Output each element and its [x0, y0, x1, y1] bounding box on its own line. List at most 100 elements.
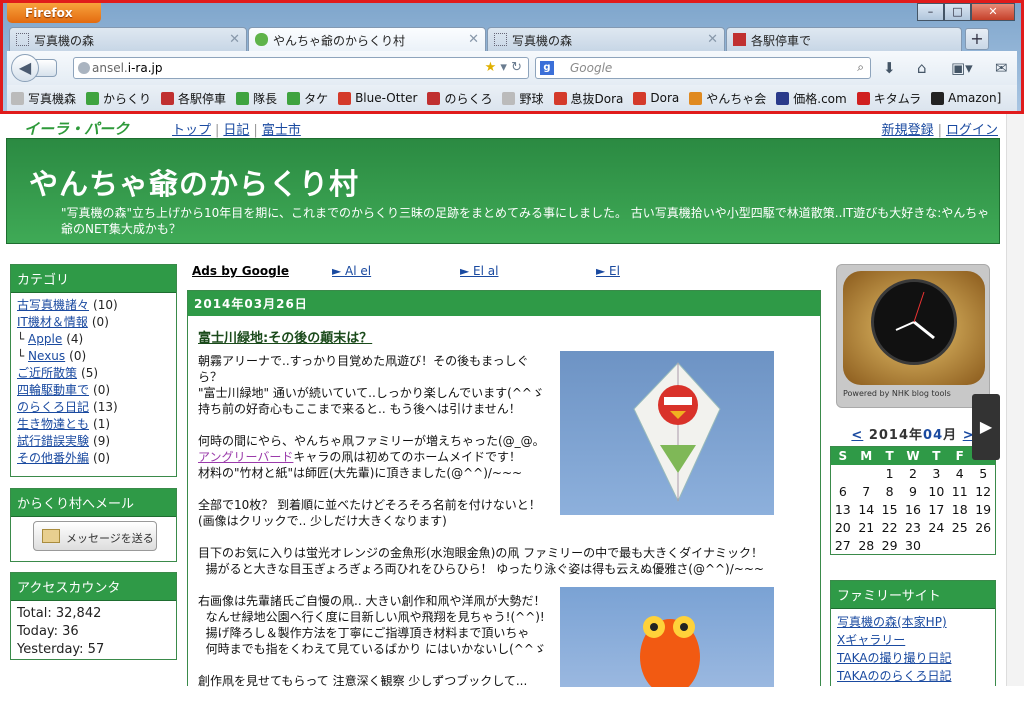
calendar-day[interactable]: 10 [925, 483, 948, 501]
calendar-day[interactable]: 6 [831, 483, 855, 501]
blog-title[interactable]: やんちゃ爺のからくり村 [29, 161, 359, 203]
dropdown-icon[interactable]: ▾ [500, 60, 507, 75]
calendar-day[interactable]: 5 [971, 465, 995, 483]
calendar-day[interactable]: 29 [878, 537, 901, 555]
calendar-day[interactable]: 16 [901, 501, 924, 519]
calendar-day[interactable]: 17 [925, 501, 948, 519]
search-icon[interactable]: ⌕ [857, 60, 864, 75]
ads-label[interactable]: Ads by Google [192, 264, 289, 278]
family-link[interactable]: 写真機の森(本家HP) [837, 615, 947, 629]
nhk-clock-widget[interactable]: Powered by NHK blog tools [836, 264, 990, 408]
category-link[interactable]: その他番外編 [17, 451, 89, 465]
bookmark-item[interactable]: キタムラ [856, 90, 921, 107]
calendar-day[interactable]: 28 [855, 537, 878, 555]
calendar-day[interactable]: 20 [831, 519, 855, 537]
angry-bird-link[interactable]: アングリーバード [198, 450, 293, 464]
family-link[interactable]: TAKAの撮り撮り日記 [837, 651, 951, 665]
bookmark-item[interactable]: 価格.com [776, 90, 847, 107]
close-tab-icon[interactable]: ✕ [468, 32, 479, 47]
category-link[interactable]: 四輪駆動車で [17, 383, 89, 397]
bookmark-item[interactable]: 野球 [502, 90, 544, 107]
bookmark-item[interactable]: 写真機森 [11, 90, 76, 107]
nav-top-link[interactable]: トップ [172, 123, 211, 138]
calendar-day[interactable]: 24 [925, 519, 948, 537]
bookmark-item[interactable]: タケ [287, 90, 328, 107]
firefox-menu-button[interactable]: Firefox [7, 3, 101, 23]
vertical-scrollbar[interactable] [1006, 114, 1024, 686]
download-icon[interactable]: ⬇ [883, 59, 896, 77]
calendar-day[interactable]: 4 [948, 465, 971, 483]
bookmark-item[interactable]: からくり [86, 90, 151, 107]
calendar-day[interactable]: 22 [878, 519, 901, 537]
calendar-day[interactable]: 18 [948, 501, 971, 519]
search-bar[interactable]: g Google ⌕ [535, 57, 871, 79]
send-message-button[interactable]: メッセージを送る [33, 521, 157, 551]
close-tab-icon[interactable]: ✕ [707, 32, 718, 47]
calendar-day[interactable]: 25 [948, 519, 971, 537]
calendar-day[interactable]: 19 [971, 501, 995, 519]
calendar-day[interactable]: 21 [855, 519, 878, 537]
category-link[interactable]: のらくろ日記 [17, 400, 89, 414]
login-link[interactable]: ログイン [946, 123, 998, 138]
register-link[interactable]: 新規登録 [882, 123, 934, 138]
bookmark-item[interactable]: Amazon] [931, 91, 1001, 105]
minimize-button[interactable]: – [917, 3, 944, 21]
ad-link-3[interactable]: ► El [596, 264, 620, 278]
calendar-day[interactable]: 14 [855, 501, 878, 519]
calendar-day[interactable]: 30 [901, 537, 924, 555]
calendar-day[interactable]: 23 [901, 519, 924, 537]
category-link[interactable]: 試行錯誤実験 [17, 434, 89, 448]
family-link[interactable]: TAKAののらくろ日記 [837, 669, 951, 683]
calendar-day[interactable]: 9 [901, 483, 924, 501]
category-link[interactable]: IT機材＆情報 [17, 315, 88, 329]
family-link[interactable]: Xギャラリー [837, 633, 905, 647]
category-link[interactable]: Nexus [28, 349, 65, 363]
google-icon[interactable]: g [540, 61, 554, 75]
kite-photo-angry-bird[interactable] [560, 351, 774, 515]
calendar-day[interactable]: 12 [971, 483, 995, 501]
calendar-day[interactable]: 1 [878, 465, 901, 483]
bookmark-item[interactable]: やんちゃ会 [689, 90, 766, 107]
calendar-day[interactable]: 3 [925, 465, 948, 483]
bookmark-item[interactable]: のらくろ [427, 90, 492, 107]
calendar-day[interactable]: 27 [831, 537, 855, 555]
new-tab-button[interactable]: + [965, 28, 989, 50]
ad-link-1[interactable]: ► Al el [332, 264, 371, 278]
site-logo[interactable]: イーラ・パーク [24, 118, 129, 139]
tab-yancha-active[interactable]: やんちゃ爺のからくり村 ✕ [248, 27, 486, 52]
calendar-day[interactable]: 2 [901, 465, 924, 483]
category-link[interactable]: 古写真機諸々 [17, 298, 89, 312]
ad-link-2[interactable]: ► El al [460, 264, 498, 278]
bookmarks-menu-icon[interactable]: ▣▾ [951, 59, 973, 77]
category-link[interactable]: Apple [28, 332, 62, 346]
nav-diary-link[interactable]: 日記 [223, 123, 249, 138]
tab-shashinki-1[interactable]: 写真機の森 ✕ [9, 27, 247, 51]
calendar-day[interactable]: 26 [971, 519, 995, 537]
maximize-button[interactable]: □ [944, 3, 971, 21]
nav-fuji-link[interactable]: 富士市 [262, 123, 301, 138]
home-icon[interactable]: ⌂ [917, 59, 927, 77]
addon-icon[interactable]: ✉ [995, 59, 1008, 77]
calendar-day[interactable]: 7 [855, 483, 878, 501]
bookmark-item[interactable]: Blue-Otter [338, 91, 417, 105]
calendar-day[interactable]: 11 [948, 483, 971, 501]
category-link[interactable]: 生き物達とも [17, 417, 89, 431]
calendar-day[interactable]: 13 [831, 501, 855, 519]
bookmark-item[interactable]: 息抜Dora [553, 90, 623, 107]
calendar-day[interactable]: 15 [878, 501, 901, 519]
bookmark-item[interactable]: 各駅停車 [161, 90, 226, 107]
bookmark-star-icon[interactable]: ★ [485, 60, 497, 75]
tab-kakueki[interactable]: 各駅停車で [726, 27, 962, 51]
slide-panel-arrow-icon[interactable]: ▶ [972, 394, 1000, 460]
url-bar[interactable]: ansel.i-ra.jp ★ ▾ ↻ [73, 57, 529, 79]
entry-title[interactable]: 富士川緑地:その後の顛末は？ [198, 327, 372, 346]
reload-icon[interactable]: ↻ [511, 60, 522, 75]
prev-month-link[interactable]: < [851, 428, 863, 443]
bookmark-item[interactable]: Dora [633, 91, 679, 105]
category-link[interactable]: ご近所散策 [17, 366, 77, 380]
kite-photo-goldfish[interactable] [560, 587, 774, 687]
close-tab-icon[interactable]: ✕ [229, 32, 240, 47]
bookmark-item[interactable]: 隊長 [236, 90, 277, 107]
back-button[interactable]: ◀ [11, 54, 39, 82]
calendar-day[interactable]: 8 [878, 483, 901, 501]
